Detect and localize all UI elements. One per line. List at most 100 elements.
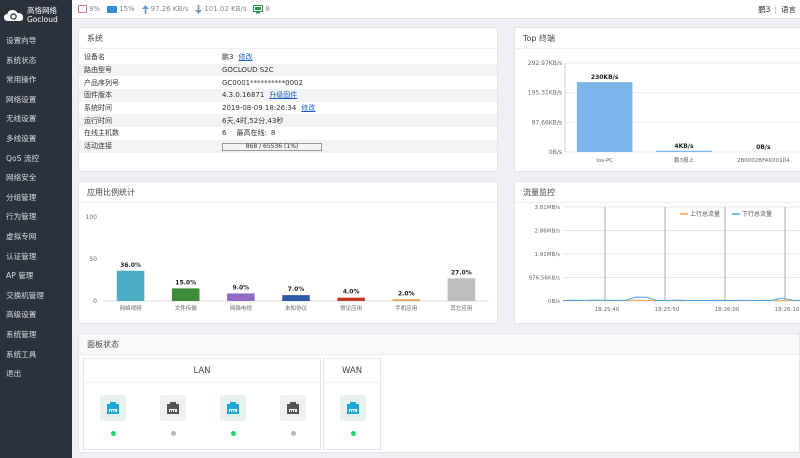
nav-item[interactable]: 常用操作 xyxy=(0,70,72,90)
nav-item[interactable]: 系统工具 xyxy=(0,345,72,365)
nav-item[interactable]: 分组管理 xyxy=(0,188,72,208)
x-tick-label: 常见应用 xyxy=(340,304,362,312)
lan-port[interactable] xyxy=(100,395,126,421)
y-tick-label: 0B/s xyxy=(549,149,562,156)
system-row-value: 2019-08-09 18:26:34 xyxy=(222,104,297,113)
legend-label: 上行总流量 xyxy=(690,210,720,218)
system-row: 产品序列号 GC0001**********0002 xyxy=(79,76,497,89)
system-row-link[interactable]: 修改 xyxy=(301,104,315,112)
system-panel: 系统 设备名 鹏3 修改 路由型号 GOCLOUD S2C 产品序列号 GC0001****… xyxy=(78,27,498,172)
x-tick-label: 网络电视 xyxy=(230,304,253,312)
system-row-value-cell: 6天,4时,52分,43秒 xyxy=(217,114,497,128)
traffic-monitor-title: 流量监控 xyxy=(515,182,800,203)
y-tick-label: 97.66KB/s xyxy=(532,119,562,126)
bar-value-label: 9.0% xyxy=(233,284,250,291)
nav-item[interactable]: QoS 流控 xyxy=(0,149,72,169)
system-row-value: 4.3.0.16871 xyxy=(222,91,265,100)
bar xyxy=(337,297,365,301)
lan-group: LAN xyxy=(83,358,321,450)
lan-port[interactable] xyxy=(160,395,186,421)
x-tick-label: 18:26:00 xyxy=(715,307,740,313)
divider: | xyxy=(774,5,777,14)
nav-item[interactable]: 虚拟专网 xyxy=(0,227,72,247)
upload-arrow-icon xyxy=(141,4,149,14)
app-stats-title: 应用比例统计 xyxy=(79,182,497,203)
nav-item[interactable]: 系统管理 xyxy=(0,325,72,345)
brand-logo: 高恪网络 Gocloud xyxy=(0,0,72,30)
system-info-table: 设备名 鹏3 修改 路由型号 GOCLOUD S2C 产品序列号 GC0001*******… xyxy=(79,51,497,153)
memory-stat: 15% xyxy=(107,5,135,13)
panel-status: 面板状态 LAN WAN xyxy=(78,333,800,453)
memory-icon xyxy=(107,5,118,13)
lan-label: LAN xyxy=(84,359,320,383)
bar xyxy=(116,270,145,301)
x-tick-label: 手机应用 xyxy=(395,304,417,312)
system-row: 固件版本 4.3.0.16871 升级固件 xyxy=(79,89,497,102)
cpu-icon xyxy=(78,5,87,13)
bar-value-label: 4.0% xyxy=(343,289,360,296)
sidebar: 高恪网络 Gocloud 设置向导 系统状态 常用操作 网络设置 无线设置 多线设置 QoS… xyxy=(0,0,72,458)
status-online-dot xyxy=(110,431,116,436)
y-tick-label: 292.97KB/s xyxy=(528,60,562,67)
system-row-value-cell: 6 最高在线: 8 xyxy=(217,127,497,140)
system-row-label: 设备名 xyxy=(84,53,105,62)
y-tick-label: 0B/s xyxy=(548,299,560,305)
nav-item[interactable]: 交换机管理 xyxy=(0,286,72,306)
nav-item[interactable]: 设置向导 xyxy=(0,31,72,51)
ethernet-port-icon xyxy=(227,402,239,414)
ethernet-port-icon xyxy=(287,402,299,414)
nav-item[interactable]: AP 管理 xyxy=(0,266,72,286)
y-tick-label: 0 xyxy=(93,298,97,305)
brand-en: Gocloud xyxy=(27,15,58,24)
y-tick-label: 195.31KB/s xyxy=(528,90,562,97)
device-monitor-icon xyxy=(253,4,264,13)
system-row-value-cell: 4.3.0.16871 升级固件 xyxy=(217,89,497,102)
app-stats-chart: 0 50 100 36.0% 网络视频 15.0% 文件传输 9.0% 网络电视 7.0% 未知协议… xyxy=(86,214,489,312)
active-connections-bar: 868 / 65536 (1%) xyxy=(222,142,322,151)
bar-value-label: 2.0% xyxy=(398,290,415,297)
bar-value-label: 15.0% xyxy=(175,279,196,286)
system-row-value-cell: 868 / 65536 (1%) xyxy=(217,139,497,153)
x-tick-label: 未知协议 xyxy=(285,304,308,312)
system-row-link[interactable]: 升级固件 xyxy=(269,91,297,99)
upload-value: 97.26 KB/s xyxy=(150,5,189,13)
nav-item[interactable]: 退出 xyxy=(0,364,72,384)
devices-value: 8 xyxy=(265,5,270,13)
app-stats-panel: 应用比例统计 0 50 100 36.0% 网络视频 15.0% 文件传输 9.0% 网络电视 7… xyxy=(78,181,498,324)
nav-item[interactable]: 系统状态 xyxy=(0,51,72,71)
devices-stat: 8 xyxy=(253,4,270,14)
y-tick-label: 3.81MB/s xyxy=(535,205,561,211)
x-tick-label: 文件传输 xyxy=(175,304,198,312)
bar xyxy=(227,293,255,301)
download-value: 101.02 KB/s xyxy=(204,5,247,13)
nav-item[interactable]: 无线设置 xyxy=(0,109,72,129)
y-tick-label: 100 xyxy=(86,214,98,221)
nav-item[interactable]: 网络设置 xyxy=(0,90,72,110)
bar xyxy=(576,82,633,152)
nav-item[interactable]: 高级设置 xyxy=(0,305,72,325)
lan-port[interactable] xyxy=(340,395,366,421)
memory-value: 15% xyxy=(119,5,135,13)
cpu-value: 9% xyxy=(89,5,101,13)
top-status-bar: 9% 15% 97.26 KB/s 101.02 KB/s 8 鹏3 | 语言 xyxy=(72,0,800,19)
system-row: 在线主机数 6 最高在线: 8 xyxy=(79,127,497,140)
system-row-link[interactable]: 修改 xyxy=(238,53,252,61)
user-name[interactable]: 鹏3 xyxy=(758,4,770,15)
x-tick-label: 其它应用 xyxy=(450,304,472,312)
nav-item[interactable]: 网络安全 xyxy=(0,168,72,188)
ethernet-port-icon xyxy=(107,402,119,414)
lan-port[interactable] xyxy=(280,395,306,421)
y-tick-label: 50 xyxy=(89,256,97,263)
system-row-label: 固件版本 xyxy=(79,89,217,102)
bar xyxy=(282,295,310,301)
max-online-value: 8 xyxy=(270,129,276,138)
max-online-label: 最高在线: xyxy=(236,129,267,138)
language-selector[interactable]: 语言 xyxy=(781,4,796,15)
system-row: 设备名 鹏3 修改 xyxy=(79,51,497,64)
lan-port[interactable] xyxy=(220,395,246,421)
nav-item[interactable]: 认证管理 xyxy=(0,247,72,267)
nav-item[interactable]: 多线设置 xyxy=(0,129,72,149)
upload-stat: 97.26 KB/s xyxy=(141,4,189,14)
nav-item[interactable]: 行为管理 xyxy=(0,207,72,227)
system-row-value: GC0001**********0002 xyxy=(222,78,303,87)
